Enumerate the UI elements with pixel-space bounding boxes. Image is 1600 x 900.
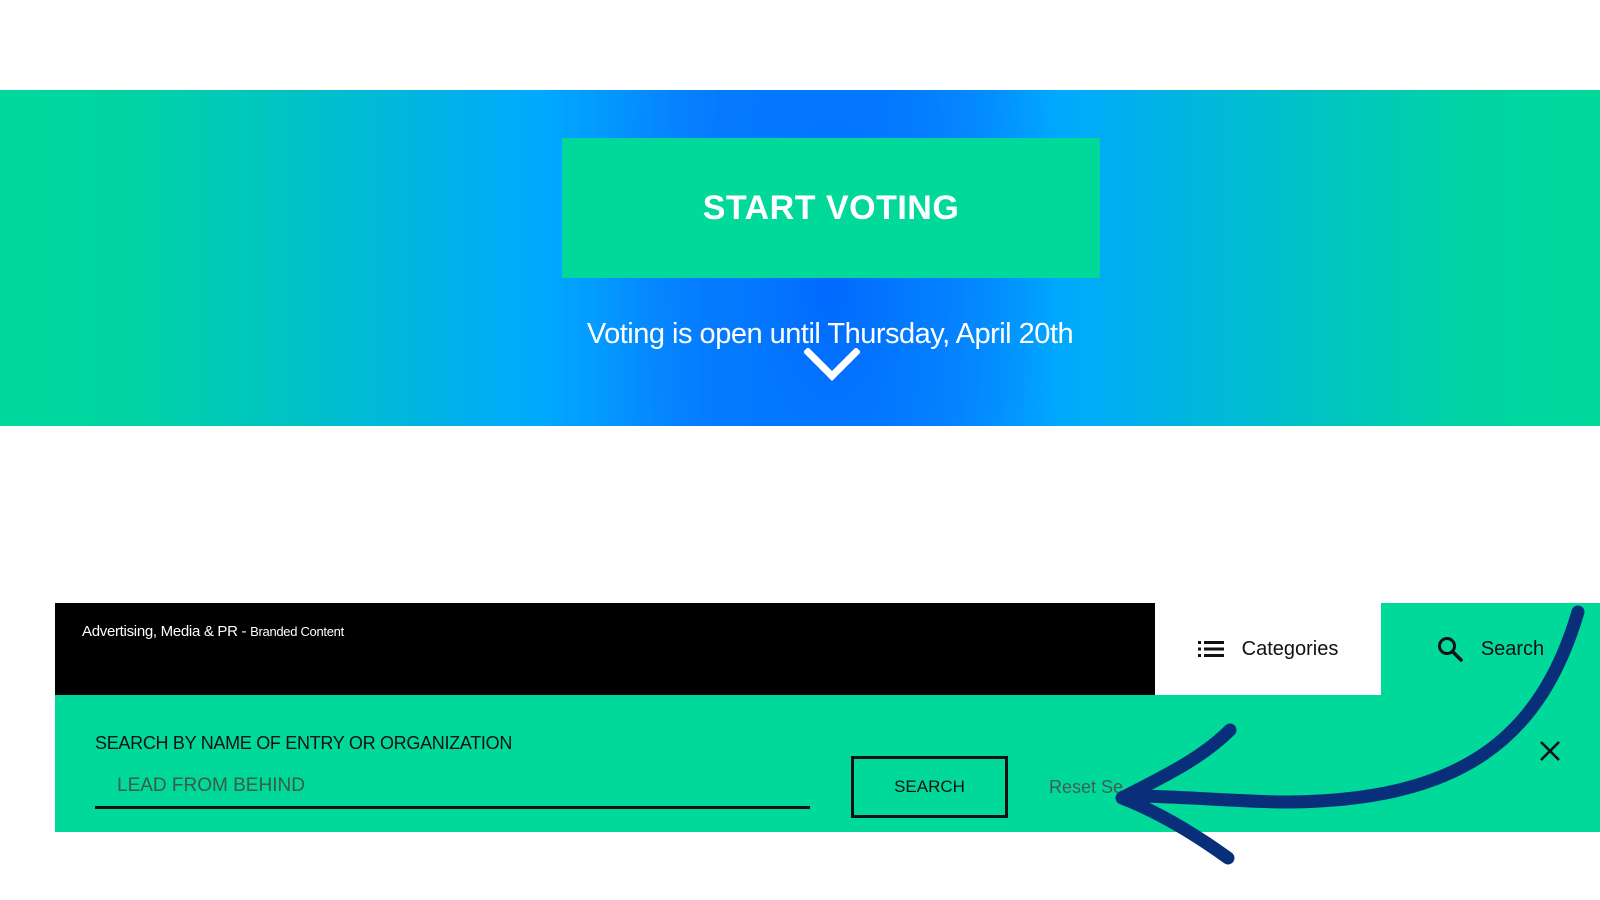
search-panel: SEARCH BY NAME OF ENTRY OR ORGANIZATION … xyxy=(55,695,1600,832)
reset-search-link[interactable]: Reset Se xyxy=(1049,777,1123,798)
categories-label: Categories xyxy=(1241,637,1339,660)
start-voting-button[interactable]: START VOTING xyxy=(562,138,1100,278)
chevron-down-icon[interactable] xyxy=(804,348,860,384)
hero-banner: START VOTING Voting is open until Thursd… xyxy=(0,90,1600,426)
voting-deadline-text: Voting is open until Thursday, April 20t… xyxy=(586,318,1074,350)
list-icon xyxy=(1197,641,1224,657)
category-sub-label: Branded Content xyxy=(250,624,344,639)
category-nav-bar: Advertising, Media & PR - Branded Conten… xyxy=(55,603,1600,695)
search-toggle-label: Search xyxy=(1480,637,1545,660)
search-field-label: SEARCH BY NAME OF ENTRY OR ORGANIZATION xyxy=(95,733,513,753)
category-main-label: Advertising, Media & PR - xyxy=(82,623,247,640)
close-icon[interactable] xyxy=(1538,739,1562,763)
search-toggle-button[interactable]: Search xyxy=(1381,603,1600,695)
category-breadcrumb: Advertising, Media & PR - Branded Conten… xyxy=(55,603,1155,695)
search-submit-button[interactable]: SEARCH xyxy=(851,756,1008,818)
search-icon xyxy=(1437,637,1463,662)
categories-button[interactable]: Categories xyxy=(1155,603,1381,695)
search-input[interactable] xyxy=(95,765,810,809)
